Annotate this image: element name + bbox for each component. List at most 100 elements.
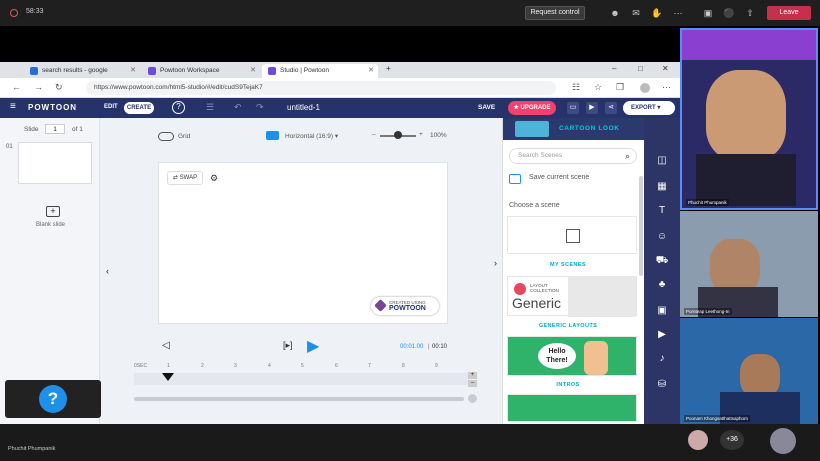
orientation-select[interactable]: Horizontal (16:9) ▾ [285, 132, 338, 140]
reload-icon[interactable]: ↻ [55, 82, 63, 93]
cartoon-character-image [584, 341, 608, 375]
music-icon[interactable]: ♪ [655, 352, 669, 366]
props-icon[interactable]: ⛟ [655, 254, 669, 268]
people-icon[interactable]: ☻ [609, 7, 621, 19]
collections-icon[interactable]: ❐ [616, 82, 624, 93]
mic-icon[interactable]: ⚫ [723, 7, 735, 19]
collapse-left-icon[interactable]: ‹ [106, 266, 109, 276]
save-current-scene-button[interactable]: Save current scene [529, 174, 589, 181]
share-icon[interactable]: ⇧ [744, 7, 756, 19]
participant-video-1[interactable]: Phuchit Phumpanik [680, 28, 818, 210]
my-scenes-card[interactable] [507, 216, 637, 254]
timeline-track[interactable] [134, 373, 468, 385]
project-title[interactable]: untitled-1 [287, 103, 320, 112]
backgrounds-icon[interactable]: ▦ [655, 180, 669, 194]
undo-icon[interactable]: ↶ [234, 102, 242, 113]
help-button[interactable]: ? [39, 385, 67, 413]
avatar[interactable] [688, 430, 708, 450]
canvas-stage[interactable]: ⇄ SWAP ⚙ CREATED USING POWTOON [158, 162, 448, 324]
intros-card-2[interactable] [507, 394, 637, 422]
zoom-out-icon[interactable]: – [372, 131, 376, 138]
help-widget[interactable]: ? [5, 380, 101, 418]
gear-icon[interactable]: ⚙ [207, 171, 221, 185]
hamburger-icon[interactable]: ≡ [10, 102, 16, 112]
more-participants-badge[interactable]: +36 [720, 430, 744, 450]
collapse-right-icon[interactable]: › [494, 258, 497, 268]
minimize-icon[interactable]: – [612, 64, 616, 73]
close-window-icon[interactable]: ✕ [662, 64, 669, 73]
blank-slide-icon[interactable]: + [46, 206, 60, 217]
upgrade-button[interactable]: ★ UPGRADE [508, 101, 556, 115]
forward-icon[interactable]: → [34, 82, 43, 92]
save-button[interactable]: SAVE [478, 104, 495, 111]
camera-icon[interactable]: ▣ [702, 7, 714, 19]
recording-icon [10, 9, 18, 17]
play-preview-icon[interactable]: ▶ [586, 102, 598, 114]
participant-video-3[interactable]: Poonam Khongsatthattsaphorn [680, 318, 818, 424]
notes-icon[interactable]: ☰ [206, 102, 214, 113]
request-control-button[interactable]: Request control [525, 6, 585, 20]
scenes-icon[interactable]: ◫ [655, 154, 669, 168]
search-scenes-input[interactable]: Search Scenes ⌕ [509, 148, 637, 164]
timeline-zoom-out[interactable]: – [468, 380, 477, 387]
url-input[interactable]: https://www.powtoon.com/html5-studio/#/e… [86, 81, 556, 95]
scroll-handle[interactable] [468, 394, 477, 403]
swap-button[interactable]: ⇄ SWAP [167, 171, 203, 185]
zoom-slider-handle[interactable] [394, 131, 402, 139]
tool-strip: ◫ ▦ T ☺ ⛟ ♣ ▣ ▶ ♪ ⛁ [644, 118, 680, 424]
leave-button[interactable]: Leave [767, 6, 811, 20]
grid-toggle[interactable] [158, 132, 174, 141]
scene-panel-scrollbar[interactable] [639, 176, 643, 276]
favorite-icon[interactable]: ☆ [594, 82, 602, 93]
volume-icon[interactable]: ◁ [162, 340, 170, 351]
stamp-icon[interactable]: ⛁ [655, 378, 669, 392]
preview-monitor-icon[interactable]: ▭ [567, 102, 579, 114]
tab-studio[interactable]: Studio | Powtoon ✕ [262, 64, 378, 78]
redo-icon[interactable]: ↷ [256, 102, 264, 113]
browser-window: search results - google ✕ Powtoon Worksp… [0, 62, 680, 424]
reader-icon[interactable]: ☷ [572, 82, 580, 93]
characters-icon[interactable]: ☺ [655, 230, 669, 244]
browser-menu-icon[interactable]: ⋯ [662, 82, 671, 93]
profile-avatar[interactable] [640, 83, 650, 93]
close-icon[interactable]: ✕ [368, 64, 374, 78]
share-icon[interactable]: ⋖ [605, 102, 617, 114]
export-button[interactable]: EXPORT ▾ [623, 101, 675, 115]
timeline-zoom-in[interactable]: + [468, 372, 477, 379]
play-scene-icon[interactable]: [▸] [283, 340, 293, 351]
avatar[interactable] [770, 428, 796, 454]
chat-icon[interactable]: ✉ [630, 7, 642, 19]
new-tab-icon[interactable]: + [386, 64, 391, 73]
slide-number-input[interactable]: 1 [45, 124, 65, 134]
powtoon-mark-icon [374, 299, 387, 312]
images-icon[interactable]: ▣ [655, 304, 669, 318]
save-scene-icon[interactable] [509, 174, 521, 184]
participant-video-2[interactable]: Pornteap Leethong-In [680, 211, 818, 317]
timeline-scrollbar[interactable] [134, 397, 464, 401]
cartoon-look-header[interactable]: CARTOON LOOK ▾ [503, 118, 661, 140]
video-icon[interactable]: ▶ [655, 328, 669, 342]
zoom-in-icon[interactable]: + [419, 131, 423, 138]
tab-google[interactable]: search results - google ✕ [24, 64, 140, 78]
edit-mode-button[interactable]: EDIT [104, 104, 118, 110]
timeline[interactable]: 0SEC 1 2 3 4 5 6 7 8 9 + – [134, 363, 479, 403]
maximize-icon[interactable]: □ [638, 64, 643, 73]
close-icon[interactable]: ✕ [250, 64, 256, 78]
intros-card[interactable]: Hello There! [507, 336, 637, 376]
close-icon[interactable]: ✕ [130, 64, 136, 78]
play-icon[interactable]: ▶ [307, 336, 319, 356]
blank-slide-label[interactable]: Blank slide [36, 222, 65, 228]
raise-hand-icon[interactable]: ✋ [651, 7, 663, 19]
back-icon[interactable]: ← [12, 82, 21, 92]
help-icon[interactable]: ? [172, 101, 185, 114]
shapes-icon[interactable]: ♣ [655, 278, 669, 292]
text-icon[interactable]: T [655, 204, 669, 218]
generic-layouts-card[interactable]: LAYOUT COLLECTION Generic [507, 276, 637, 317]
playhead[interactable] [162, 373, 174, 381]
slide-thumbnail[interactable] [18, 142, 92, 184]
search-icon[interactable]: ⌕ [625, 149, 630, 163]
more-icon[interactable]: ⋯ [672, 7, 684, 19]
create-mode-button[interactable]: CREATE [124, 102, 154, 114]
tab-workspace[interactable]: Powtoon Workspace ✕ [142, 64, 260, 78]
background-image [682, 30, 816, 60]
